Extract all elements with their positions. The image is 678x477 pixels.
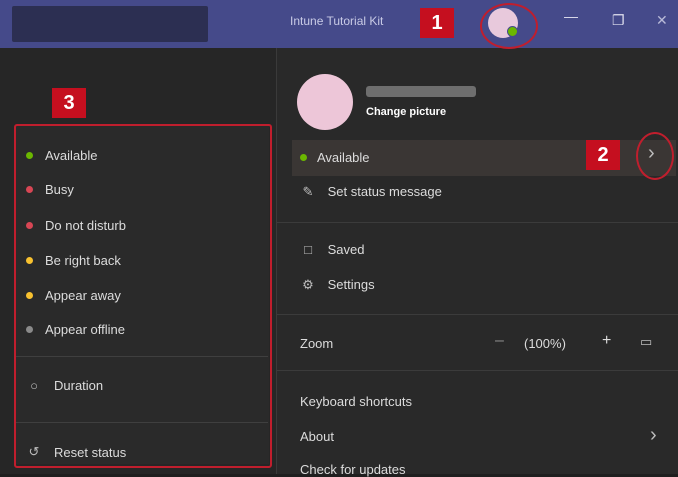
saved-option[interactable]: □ Saved: [300, 242, 365, 257]
window-title: Intune Tutorial Kit: [290, 14, 384, 28]
zoom-out-icon[interactable]: –: [495, 332, 504, 350]
set-status-message-option[interactable]: ✎ Set status message: [300, 184, 442, 200]
current-status-label: Available: [317, 150, 370, 165]
fullscreen-icon[interactable]: ▭: [640, 334, 652, 350]
title-bar: Intune Tutorial Kit — ❐ ✕: [0, 0, 678, 48]
gear-icon: ⚙: [302, 277, 314, 292]
annotation-box-status-menu: [14, 124, 272, 468]
saved-label: Saved: [327, 242, 365, 257]
annotation-number-1: 1: [420, 8, 454, 38]
settings-option[interactable]: ⚙ Settings: [300, 277, 375, 293]
menu-divider: [277, 370, 678, 371]
set-status-message-label: Set status message: [327, 184, 442, 199]
menu-divider: [277, 314, 678, 315]
annotation-circle-chevron: [636, 132, 674, 180]
available-dot-icon: [300, 154, 307, 161]
close-icon[interactable]: ✕: [656, 12, 668, 29]
zoom-value: (100%): [524, 336, 566, 351]
menu-divider: [277, 222, 678, 223]
maximize-icon[interactable]: ❐: [612, 12, 625, 29]
chevron-right-icon[interactable]: ›: [650, 424, 657, 447]
zoom-label: Zoom: [300, 336, 334, 351]
check-for-updates-option[interactable]: Check for updates: [300, 462, 406, 477]
edit-icon: ✎: [302, 184, 314, 199]
change-picture-link[interactable]: Change picture: [366, 106, 446, 118]
search-box[interactable]: [12, 6, 208, 42]
about-option[interactable]: About: [300, 429, 334, 444]
minimize-icon[interactable]: —: [564, 8, 578, 24]
keyboard-shortcuts-option[interactable]: Keyboard shortcuts: [300, 394, 412, 409]
current-status[interactable]: Available: [300, 150, 370, 165]
user-name: [366, 86, 476, 97]
annotation-circle-avatar: [480, 3, 538, 49]
annotation-number-3: 3: [52, 88, 86, 118]
annotation-number-2: 2: [586, 140, 620, 170]
profile-picture[interactable]: [297, 74, 353, 130]
bookmark-icon: □: [304, 242, 312, 257]
zoom-in-icon[interactable]: +: [602, 332, 611, 350]
settings-label: Settings: [327, 277, 375, 292]
